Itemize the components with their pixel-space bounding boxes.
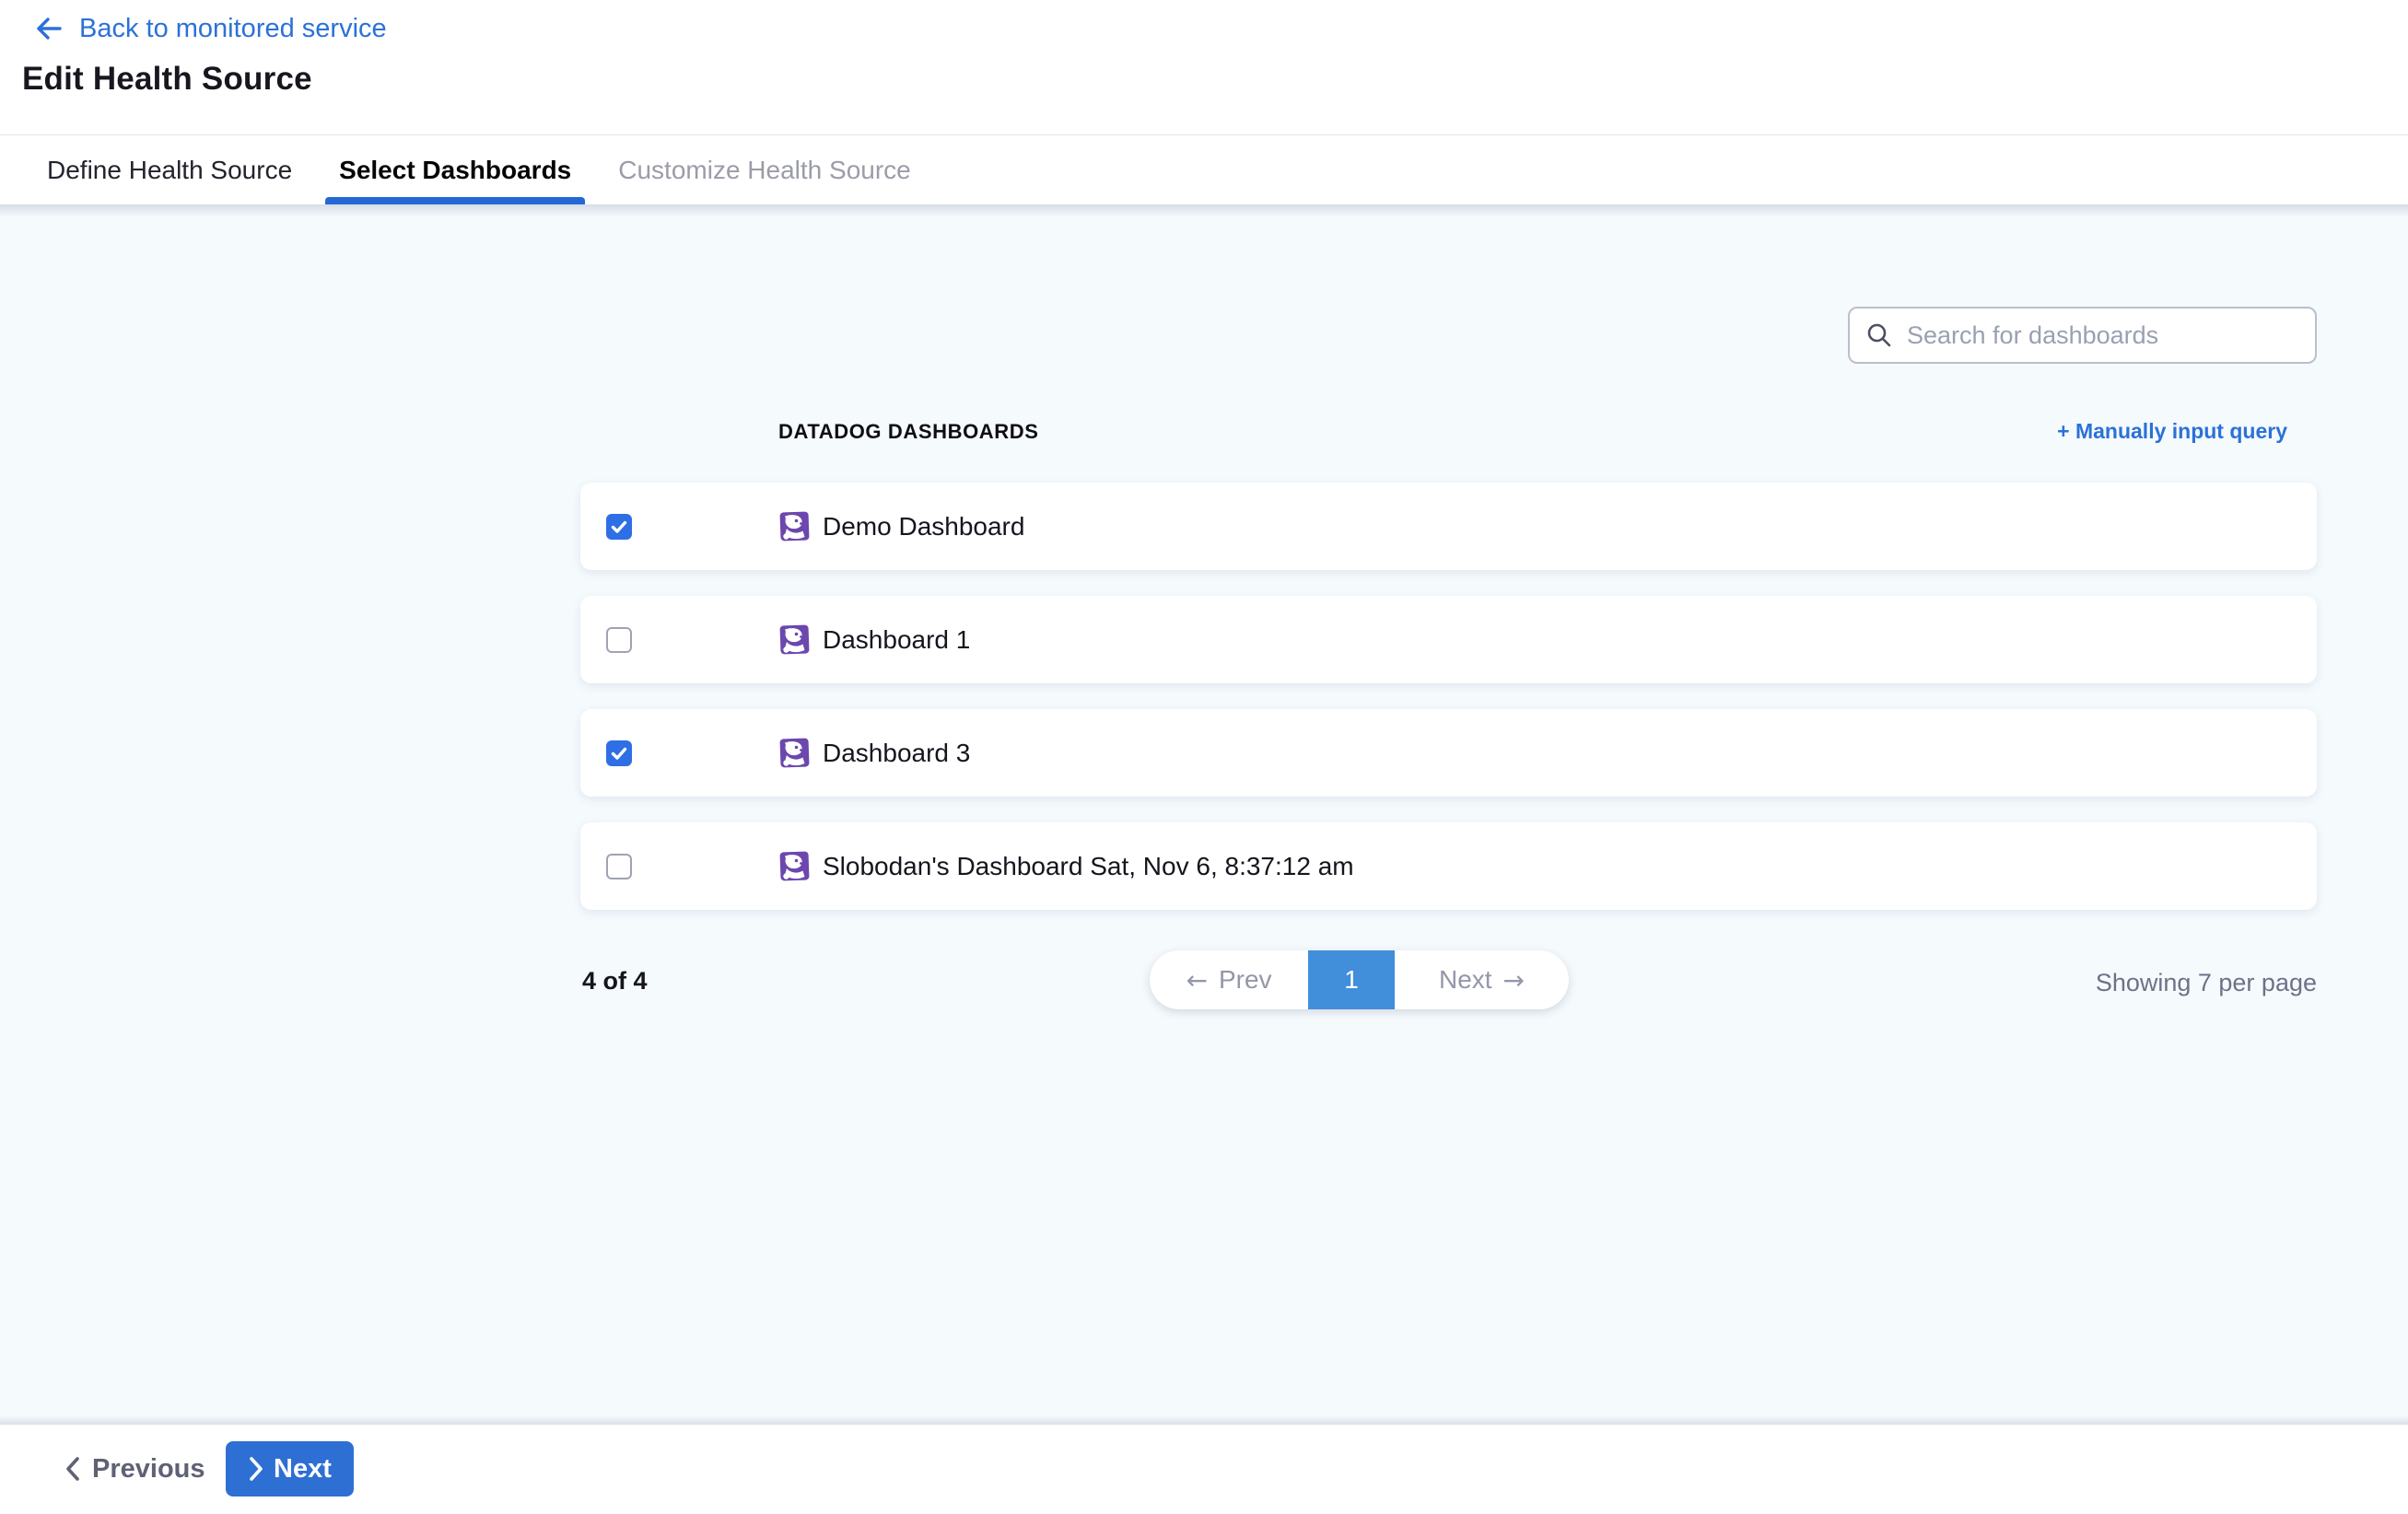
search-input[interactable] xyxy=(1907,321,2300,350)
datadog-icon xyxy=(777,736,812,770)
arrow-left-icon xyxy=(33,13,64,44)
back-to-monitored-service-link[interactable]: Back to monitored service xyxy=(33,13,387,44)
dashboard-checkbox[interactable] xyxy=(606,854,632,879)
back-link-label: Back to monitored service xyxy=(79,14,387,44)
page-header: Back to monitored service Edit Health So… xyxy=(0,0,2408,134)
edit-health-source-page: Back to monitored service Edit Health So… xyxy=(0,0,2408,1514)
dashboard-row[interactable]: Dashboard 3 xyxy=(580,709,2317,797)
tab-define-health-source[interactable]: Define Health Source xyxy=(47,135,292,204)
previous-button-label: Previous xyxy=(92,1454,205,1485)
pagination-next-label: Next xyxy=(1439,965,1492,995)
tab-customize-health-source[interactable]: Customize Health Source xyxy=(618,135,910,204)
tab-label: Define Health Source xyxy=(47,156,292,185)
dashboard-row[interactable]: Slobodan's Dashboard Sat, Nov 6, 8:37:12… xyxy=(580,822,2317,910)
per-page-indicator: Showing 7 per page xyxy=(2096,969,2317,997)
previous-button[interactable]: Previous xyxy=(64,1441,205,1497)
dashboard-name: Slobodan's Dashboard Sat, Nov 6, 8:37:12… xyxy=(823,852,1354,881)
pagination-prev-label: Prev xyxy=(1219,965,1272,995)
dashboards-table: DATADOG DASHBOARDS + Manually input quer… xyxy=(580,419,2317,936)
arrow-left-icon: ← xyxy=(1186,965,1207,996)
dashboard-name: Dashboard 3 xyxy=(823,739,970,768)
wizard-tab-bar: Define Health Source Select Dashboards C… xyxy=(0,134,2408,204)
table-column-header: DATADOG DASHBOARDS xyxy=(778,420,1039,444)
dashboard-row[interactable]: Dashboard 1 xyxy=(580,596,2317,683)
dashboard-checkbox[interactable] xyxy=(606,740,632,766)
datadog-icon xyxy=(777,623,812,657)
arrow-right-icon: → xyxy=(1503,965,1525,996)
next-button-label: Next xyxy=(274,1454,332,1485)
dashboards-table-body: Demo Dashboard Dashboard 1 xyxy=(580,483,2317,910)
wizard-footer: Previous Next xyxy=(0,1425,2408,1514)
dashboards-table-head: DATADOG DASHBOARDS + Manually input quer… xyxy=(580,419,2317,444)
tab-label: Customize Health Source xyxy=(618,156,910,185)
pagination-prev-button[interactable]: ← Prev xyxy=(1150,950,1308,1009)
dashboard-row[interactable]: Demo Dashboard xyxy=(580,483,2317,570)
chevron-left-icon xyxy=(64,1456,81,1482)
dashboard-checkbox[interactable] xyxy=(606,514,632,540)
next-button[interactable]: Next xyxy=(226,1441,354,1497)
check-icon xyxy=(610,518,628,536)
pagination-next-button[interactable]: Next → xyxy=(1395,950,1569,1009)
pagination-page-1[interactable]: 1 xyxy=(1308,950,1395,1009)
select-dashboards-panel: DATADOG DASHBOARDS + Manually input quer… xyxy=(0,204,2408,1425)
datadog-icon xyxy=(777,849,812,883)
tab-label: Select Dashboards xyxy=(339,156,571,185)
manually-input-query-link[interactable]: + Manually input query xyxy=(2057,419,2287,444)
chevron-right-icon xyxy=(248,1456,264,1482)
check-icon xyxy=(610,744,628,763)
page-title: Edit Health Source xyxy=(22,61,312,98)
search-icon xyxy=(1864,320,1894,350)
dashboard-name: Dashboard 1 xyxy=(823,625,970,655)
pagination-pill: ← Prev 1 Next → xyxy=(1150,950,1569,1009)
pagination-count: 4 of 4 xyxy=(582,967,648,996)
dashboard-name: Demo Dashboard xyxy=(823,512,1024,542)
dashboard-checkbox[interactable] xyxy=(606,627,632,653)
datadog-icon xyxy=(777,509,812,543)
tab-select-dashboards[interactable]: Select Dashboards xyxy=(339,135,571,204)
dashboard-search-box[interactable] xyxy=(1848,307,2317,364)
